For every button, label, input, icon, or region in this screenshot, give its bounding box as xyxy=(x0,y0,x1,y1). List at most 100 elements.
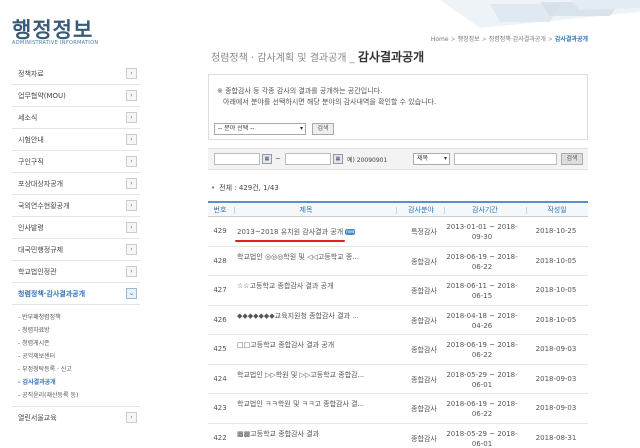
date-to-input[interactable] xyxy=(285,153,331,165)
sidebar-item[interactable]: 구인구직 › xyxy=(12,151,140,173)
sidebar-item[interactable]: 업무협약(MOU) › xyxy=(12,85,140,107)
breadcrumb-separator: > xyxy=(547,36,553,43)
breadcrumb-separator: > xyxy=(481,36,487,43)
sidebar-item[interactable]: 시험안내 › xyxy=(12,129,140,151)
chevron-right-icon[interactable]: › xyxy=(126,90,137,101)
sidebar-item[interactable]: 열린서울교육 › xyxy=(12,407,140,429)
row-title-link[interactable]: 학교법인 ▷▷학원 및 ▷▷고등학교 종합감... xyxy=(237,370,369,380)
info-line-1: ※ 종합감사 등 각종 감사의 결과를 공개하는 공간입니다. xyxy=(217,87,383,95)
sidebar-item-label: 대국민행정규제 xyxy=(18,246,64,254)
sidebar-item-label: 업무협약(MOU) xyxy=(18,92,66,100)
chevron-right-icon[interactable]: › xyxy=(126,266,137,277)
sidebar-item-label: 청렴정책·감사결과공개 xyxy=(18,290,86,298)
sidebar-subitem[interactable]: - 부정청탁등록 · 신고 xyxy=(18,363,140,376)
sidebar-item[interactable]: 세소식 › xyxy=(12,107,140,129)
row-title-text: ◆◆◆◆◆◆◆교육지원청 종합감사 결과 ... xyxy=(237,311,359,320)
breadcrumb-separator: > xyxy=(450,36,456,43)
sidebar-item[interactable]: 인사발령 › xyxy=(12,217,140,239)
sidebar-subitem[interactable]: - 청렴게시존 xyxy=(18,337,140,350)
header-field: 감사분야 xyxy=(408,206,434,214)
dropdown-icon: ▾ xyxy=(299,125,303,132)
row-title-text: 학교법인 ▷▷학원 및 ▷▷고등학교 종합감... xyxy=(237,370,365,379)
row-number: 425 xyxy=(213,345,227,353)
breadcrumb-level-1[interactable]: 행정정보 xyxy=(458,36,480,43)
sidebar-item-label: 정책자료 xyxy=(18,70,44,78)
row-period: 2018-05-29 ~ 2018- 06-01 xyxy=(440,429,524,448)
sidebar-menu: 정책자료 › 업무협약(MOU) › 세소식 › 시험안내 › 구인구직 › 포상대상자공개 › 국외연… xyxy=(12,63,140,429)
row-date: 2018-10-25 xyxy=(535,227,577,235)
sidebar-item[interactable]: 학교법인정관 › xyxy=(12,261,140,283)
sidebar-subitem[interactable]: - 반부패청렴정책 xyxy=(18,311,140,324)
row-title-text: 학교법인 ㅋㅋ학원 및 ㅋㅋ고 종합감사 결... xyxy=(237,400,365,408)
row-period-end: 06-22 xyxy=(471,410,493,418)
sidebar-subitem[interactable]: - 감사결과공개 xyxy=(18,376,140,389)
chevron-right-icon[interactable]: › xyxy=(126,112,137,123)
field-search-button[interactable]: 검색 xyxy=(312,123,334,135)
row-title-link[interactable]: ☆☆고등학교 종합감사 결과 공개 xyxy=(237,281,369,291)
breadcrumb-home[interactable]: Home xyxy=(431,36,449,43)
banner-decoration xyxy=(440,0,640,28)
row-number: 428 xyxy=(213,256,227,265)
chevron-right-icon[interactable]: › xyxy=(126,222,137,233)
sidebar-item-label: 학교법인정관 xyxy=(18,268,57,276)
row-period-start: 2018-05-29 ~ 2018- xyxy=(446,429,518,438)
chevron-right-icon[interactable]: › xyxy=(126,134,137,145)
sidebar-subitem[interactable]: - 공익제보센터 xyxy=(18,350,140,363)
date-example-text: 예) 20090901 xyxy=(347,157,388,164)
chevron-down-icon[interactable]: ⌄ xyxy=(126,288,137,299)
info-box: ※ 종합감사 등 각종 감사의 결과를 공개하는 공간입니다. 아래에서 분야를… xyxy=(208,74,588,140)
calendar-icon[interactable]: ▦ xyxy=(262,154,272,164)
row-date: 2018-09-03 xyxy=(535,374,577,383)
sidebar-item-label: 국외연수현황공개 xyxy=(18,202,70,210)
row-title-link[interactable]: 학교법인 ㅋㅋ학원 및 ㅋㅋ고 종합감사 결... xyxy=(237,399,369,409)
breadcrumb-level-2[interactable]: 청렴정책·감사결과공개 xyxy=(489,36,546,43)
search-type-select[interactable]: 제목 ▾ xyxy=(413,153,450,165)
row-period: 2018-06-19 ~ 2018- 06-22 xyxy=(440,399,524,419)
total-count-text: 전체 : 429건, 1/43 xyxy=(219,184,279,192)
table-row: 425 □□고등학교 종합감사 결과 공개 종합감사 2018-06-19 ~ 201… xyxy=(208,335,588,365)
chevron-right-icon[interactable]: › xyxy=(126,200,137,211)
row-period: 2018-06-11 ~ 2018- 06-15 xyxy=(440,281,524,301)
table-body: 429 2013~2018 유치원 감사결과 공개 new 특정감사 2013-01-0… xyxy=(208,217,588,448)
row-title-link[interactable]: 2013~2018 유치원 감사결과 공개 new xyxy=(237,227,369,237)
sidebar-item[interactable]: 포상대상자공개 › xyxy=(12,173,140,195)
calendar-icon[interactable]: ▦ xyxy=(333,154,343,164)
page-title-main: 감사결과공개 xyxy=(357,50,425,64)
date-from-input[interactable] xyxy=(214,153,260,165)
sidebar-item[interactable]: 대국민행정규제 › xyxy=(12,239,140,261)
sidebar-item-active[interactable]: 청렴정책·감사결과공개 ⌄ xyxy=(12,283,140,305)
chevron-right-icon[interactable]: › xyxy=(126,156,137,167)
row-period: 2018-06-19 ~ 2018- 06-22 xyxy=(440,340,524,360)
row-period-start: 2018-06-19 ~ 2018- xyxy=(446,400,518,408)
page-title-prefix: 청렴정책 · 감사계획 및 결과공개 _ xyxy=(211,53,355,64)
row-period-end: 04-26 xyxy=(471,321,493,330)
sidebar-item-label: 시험안내 xyxy=(18,136,44,144)
chevron-right-icon[interactable]: › xyxy=(126,178,137,189)
search-button[interactable]: 검색 xyxy=(561,153,583,165)
breadcrumb: Home > 행정정보 > 청렴정책·감사결과공개 > 감사결과공개 xyxy=(431,34,588,43)
row-title-link[interactable]: ▩▩고등학교 종합감사 결과 xyxy=(237,429,369,439)
row-title-text: ▩▩고등학교 종합감사 결과 xyxy=(237,429,320,438)
keyword-input[interactable] xyxy=(454,153,557,165)
row-title-link[interactable]: □□고등학교 종합감사 결과 공개 xyxy=(237,340,369,350)
row-title-link[interactable]: ◆◆◆◆◆◆◆교육지원청 종합감사 결과 ... xyxy=(237,311,369,321)
header-period: 감사기간 xyxy=(472,206,498,214)
date-range-tilde: ~ xyxy=(275,155,281,163)
search-bar: ▦ ~ ▦ 예) 20090901 제목 ▾ 검색 xyxy=(208,148,588,170)
row-period-end: 06-01 xyxy=(471,380,493,389)
table-row: 428 학교법인 ◎◎◎학원 및 ◁◁고등학교 종... 종합감사 2018-06-1… xyxy=(208,247,588,276)
row-title-link[interactable]: 학교법인 ◎◎◎학원 및 ◁◁고등학교 종... xyxy=(237,252,369,262)
sidebar-subitem[interactable]: - 청렴자료방 xyxy=(18,324,140,337)
row-period-start: 2018-05-29 ~ 2018- xyxy=(446,370,518,379)
sidebar-subitem[interactable]: - 공직윤리(재산등록 등) xyxy=(18,389,140,402)
sidebar-item[interactable]: 정책자료 › xyxy=(12,63,140,85)
field-select[interactable]: -- 분야 선택 -- ▾ xyxy=(214,123,306,135)
breadcrumb-current: 감사결과공개 xyxy=(554,36,588,43)
table-row: 424 학교법인 ▷▷학원 및 ▷▷고등학교 종합감... 종합감사 2018-05-… xyxy=(208,365,588,394)
header-separator xyxy=(396,207,397,214)
chevron-right-icon[interactable]: › xyxy=(126,68,137,79)
chevron-right-icon[interactable]: › xyxy=(126,244,137,255)
chevron-right-icon[interactable]: › xyxy=(126,412,137,423)
sidebar-item[interactable]: 국외연수현황공개 › xyxy=(12,195,140,217)
sidebar-item-label: 인사발령 xyxy=(18,224,44,232)
